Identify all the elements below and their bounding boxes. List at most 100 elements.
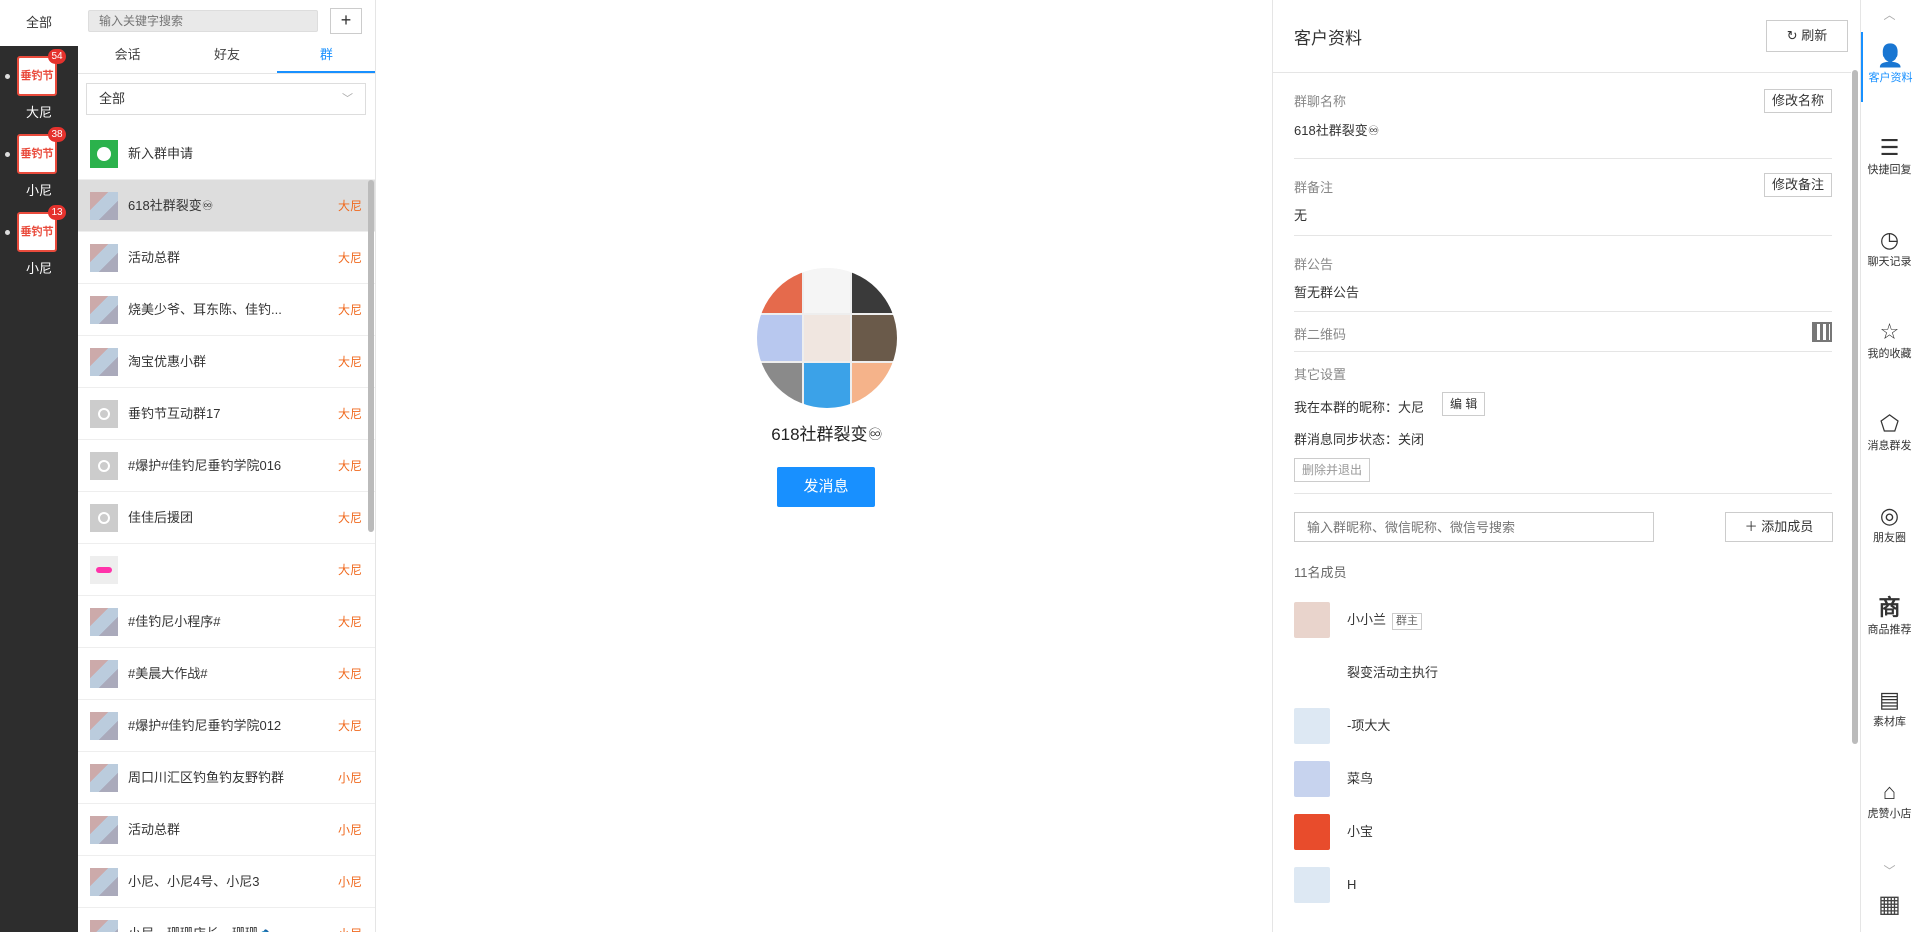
account-name: 大尼 <box>25 105 52 120</box>
tab-sessions[interactable]: 会话 <box>78 40 177 73</box>
add-button[interactable]: + <box>330 8 362 34</box>
profile-icon: 👤 <box>1876 43 1905 68</box>
member-item[interactable]: 小小兰 群主 <box>1294 600 1832 640</box>
account-item[interactable]: 垂钓节 13 小尼 <box>0 202 78 280</box>
group-row[interactable]: 烧美少爷、耳东陈、佳钓... 大尼 <box>78 284 375 336</box>
group-avatar <box>90 296 118 324</box>
group-row[interactable]: #佳钓尼小程序# 大尼 <box>78 596 375 648</box>
tool-label: 朋友圈 <box>1873 532 1906 544</box>
member-name: -项大大 <box>1347 718 1391 733</box>
group-name: 618社群裂变♾ <box>771 425 883 444</box>
clock-icon: ◷ <box>1879 227 1900 252</box>
group-row[interactable]: 618社群裂变♾ 大尼 <box>78 180 375 232</box>
member-name: 小宝 <box>1347 824 1374 839</box>
member-item[interactable]: 小宝 <box>1294 812 1832 852</box>
group-title: #爆护#佳钓尼垂钓学院012 <box>128 718 282 733</box>
member-item[interactable]: H <box>1294 865 1832 905</box>
shop-icon: 商 <box>1878 595 1901 620</box>
list-icon: ☰ <box>1879 135 1900 160</box>
owner-tag: 大尼 <box>337 459 362 473</box>
tool-moments[interactable]: ◎ 朋友圈 <box>1861 492 1917 562</box>
owner-tag: 大尼 <box>337 407 362 421</box>
group-avatar <box>90 244 118 272</box>
owner-tag: 小尼 <box>337 823 362 837</box>
add-member-button[interactable]: ＋ 添加成员 <box>1725 512 1833 542</box>
refresh-button[interactable]: ↻ 刷新 <box>1766 20 1848 52</box>
group-avatar <box>90 868 118 896</box>
group-avatar <box>90 348 118 376</box>
qr-label: 群二维码 <box>1294 327 1347 342</box>
tool-store[interactable]: ⌂ 虎赞小店 <box>1861 768 1917 838</box>
notice-value: 暂无群公告 <box>1294 285 1360 300</box>
owner-tag: 大尼 <box>337 355 362 369</box>
qr-code-icon[interactable] <box>1812 322 1832 342</box>
member-name: H <box>1347 877 1357 892</box>
tab-groups[interactable]: 群 <box>276 40 375 73</box>
group-row[interactable]: 周口川汇区钓鱼钓友野钓群 小尼 <box>78 752 375 804</box>
star-icon: ☆ <box>1879 319 1900 344</box>
tool-label: 商品推荐 <box>1867 624 1912 636</box>
other-settings-section: 其它设置 我在本群的昵称：大尼 编 辑 群消息同步状态：关闭 删除并退出 <box>1294 352 1832 494</box>
group-row[interactable]: 小尼、珊珊店长、珊珊🐟 小尼 <box>78 908 375 932</box>
group-row[interactable]: 活动总群 大尼 <box>78 232 375 284</box>
group-title: 烧美少爷、耳东陈、佳钓... <box>128 302 282 317</box>
profile-scrollbar[interactable] <box>1852 70 1858 744</box>
group-row[interactable]: #爆护#佳钓尼垂钓学院012 大尼 <box>78 700 375 752</box>
owner-tag: 小尼 <box>337 875 362 889</box>
rename-button[interactable]: 修改名称 <box>1763 89 1832 113</box>
member-item[interactable]: 裂变活动主执行 <box>1294 653 1832 693</box>
member-name-wrap: H <box>1347 865 1356 905</box>
member-avatar <box>1294 814 1330 850</box>
owner-tag: 大尼 <box>337 199 362 213</box>
qr-section: 群二维码 <box>1294 312 1832 352</box>
moments-icon: ◎ <box>1879 503 1900 528</box>
notice-label: 群公告 <box>1294 257 1334 272</box>
group-row[interactable]: 活动总群 小尼 <box>78 804 375 856</box>
list-scrollbar[interactable] <box>368 180 374 532</box>
member-avatar <box>1294 708 1330 744</box>
group-row[interactable]: #爆护#佳钓尼垂钓学院016 大尼 <box>78 440 375 492</box>
nickname-line: 我在本群的昵称：大尼 <box>1294 400 1425 415</box>
group-row[interactable]: #美晨大作战# 大尼 <box>78 648 375 700</box>
member-item[interactable]: 菜鸟 <box>1294 759 1832 799</box>
group-avatar <box>90 192 118 220</box>
tool-list[interactable]: ☰ 快捷回复 <box>1861 124 1917 194</box>
group-row[interactable]: 垂钓节互动群17 大尼 <box>78 388 375 440</box>
tab-friends[interactable]: 好友 <box>177 40 276 73</box>
member-item[interactable]: -项大大 <box>1294 706 1832 746</box>
group-name-section: 群聊名称 618社群裂变♾ 修改名称 <box>1294 73 1832 159</box>
edit-nickname-button[interactable]: 编 辑 <box>1442 392 1486 416</box>
chevron-down-icon[interactable]: ﹀ <box>1861 862 1917 879</box>
member-name-wrap: -项大大 <box>1347 706 1390 746</box>
account-item[interactable]: 垂钓节 38 小尼 <box>0 124 78 202</box>
other-settings-label: 其它设置 <box>1294 367 1347 382</box>
group-row[interactable]: 大尼 <box>78 544 375 596</box>
tool-star[interactable]: ☆ 我的收藏 <box>1861 308 1917 378</box>
send-message-button[interactable]: 发消息 <box>777 467 875 507</box>
group-filter-select[interactable]: 全部 ﹀ <box>86 83 366 115</box>
group-row[interactable]: 淘宝优惠小群 大尼 <box>78 336 375 388</box>
new-group-request-row[interactable]: 新入群申请 <box>78 128 375 180</box>
tool-clock[interactable]: ◷ 聊天记录 <box>1861 216 1917 286</box>
account-item[interactable]: 垂钓节 54 大尼 <box>0 46 78 124</box>
member-avatar <box>1294 602 1330 638</box>
apps-grid-icon[interactable]: ▦ <box>1861 890 1917 919</box>
edit-remark-button[interactable]: 修改备注 <box>1763 173 1832 197</box>
delete-exit-button[interactable]: 删除并退出 <box>1294 458 1371 482</box>
profile-header: 客户资料 ↻ 刷新 <box>1273 0 1851 73</box>
tool-library[interactable]: ▤ 素材库 <box>1861 676 1917 746</box>
owner-tag: 小尼 <box>337 771 362 785</box>
tool-shop[interactable]: 商商品推荐 <box>1861 584 1917 654</box>
tool-profile[interactable]: 👤 客户资料 <box>1861 32 1917 102</box>
library-icon: ▤ <box>1879 687 1900 712</box>
group-row[interactable]: 小尼、小尼4号、小尼3 小尼 <box>78 856 375 908</box>
tool-broadcast[interactable]: ⬠ 消息群发 <box>1861 400 1917 470</box>
member-search-input[interactable] <box>1294 512 1654 542</box>
group-row[interactable]: 佳佳后援团 大尼 <box>78 492 375 544</box>
chevron-up-icon[interactable]: ︿ <box>1861 6 1917 23</box>
refresh-label: 刷新 <box>1801 28 1828 43</box>
all-accounts-tab[interactable]: 全部 <box>0 0 78 46</box>
search-input[interactable] <box>88 10 318 32</box>
online-dot <box>5 74 10 79</box>
group-avatar <box>757 268 897 408</box>
